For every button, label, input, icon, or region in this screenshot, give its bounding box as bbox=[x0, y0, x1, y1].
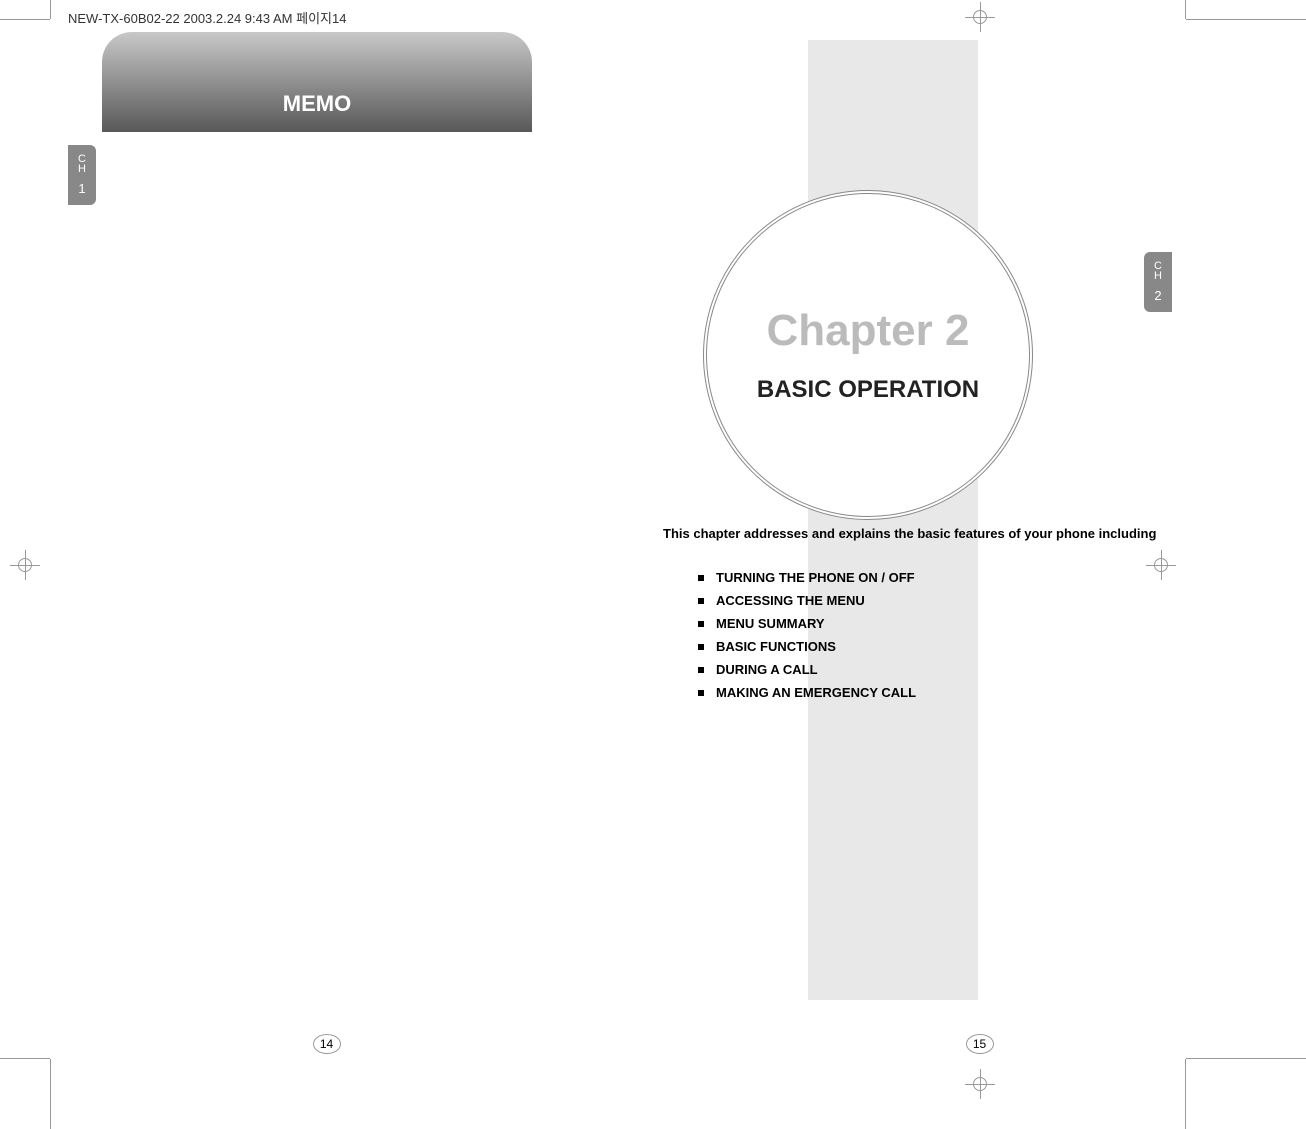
list-item: TURNING THE PHONE ON / OFF bbox=[698, 570, 916, 585]
memo-title: MEMO bbox=[283, 91, 351, 117]
crop-mark bbox=[0, 19, 50, 20]
list-item: BASIC FUNCTIONS bbox=[698, 639, 916, 654]
right-page: C H 2 Chapter 2 BASIC OPERATION This cha… bbox=[653, 0, 1306, 1129]
list-item: MAKING AN EMERGENCY CALL bbox=[698, 685, 916, 700]
ch-letter: H bbox=[1154, 272, 1162, 282]
feature-list: TURNING THE PHONE ON / OFF ACCESSING THE… bbox=[698, 570, 916, 708]
registration-mark-icon bbox=[965, 2, 995, 32]
crop-mark bbox=[50, 1059, 51, 1129]
chapter-subtitle: BASIC OPERATION bbox=[757, 376, 979, 404]
crop-mark bbox=[50, 0, 51, 19]
ch-number: 1 bbox=[78, 182, 85, 195]
crop-mark bbox=[1186, 19, 1306, 20]
registration-mark-icon bbox=[965, 1069, 995, 1099]
list-item: DURING A CALL bbox=[698, 662, 916, 677]
page-number-right: 15 bbox=[966, 1034, 994, 1054]
registration-mark-icon bbox=[10, 550, 40, 580]
chapter-tab-left: C H 1 bbox=[68, 145, 96, 205]
chapter-circle: Chapter 2 BASIC OPERATION bbox=[703, 190, 1033, 520]
crop-mark bbox=[0, 1058, 50, 1059]
left-page: NEW-TX-60B02-22 2003.2.24 9:43 AM 페이지14 … bbox=[0, 0, 653, 1129]
registration-mark-icon bbox=[1146, 550, 1176, 580]
crop-mark bbox=[1185, 0, 1186, 19]
intro-text: This chapter addresses and explains the … bbox=[663, 525, 1203, 543]
memo-banner: MEMO bbox=[102, 32, 532, 132]
list-item: ACCESSING THE MENU bbox=[698, 593, 916, 608]
crop-mark bbox=[1185, 1059, 1186, 1129]
gray-column bbox=[808, 40, 978, 1000]
chapter-tab-right: C H 2 bbox=[1144, 252, 1172, 312]
ch-letter: H bbox=[78, 165, 86, 175]
chapter-title: Chapter 2 bbox=[767, 306, 970, 356]
crop-mark bbox=[1186, 1058, 1306, 1059]
list-item: MENU SUMMARY bbox=[698, 616, 916, 631]
page-number-left: 14 bbox=[313, 1034, 341, 1054]
document-meta: NEW-TX-60B02-22 2003.2.24 9:43 AM 페이지14 bbox=[68, 8, 346, 27]
ch-number: 2 bbox=[1154, 289, 1161, 302]
